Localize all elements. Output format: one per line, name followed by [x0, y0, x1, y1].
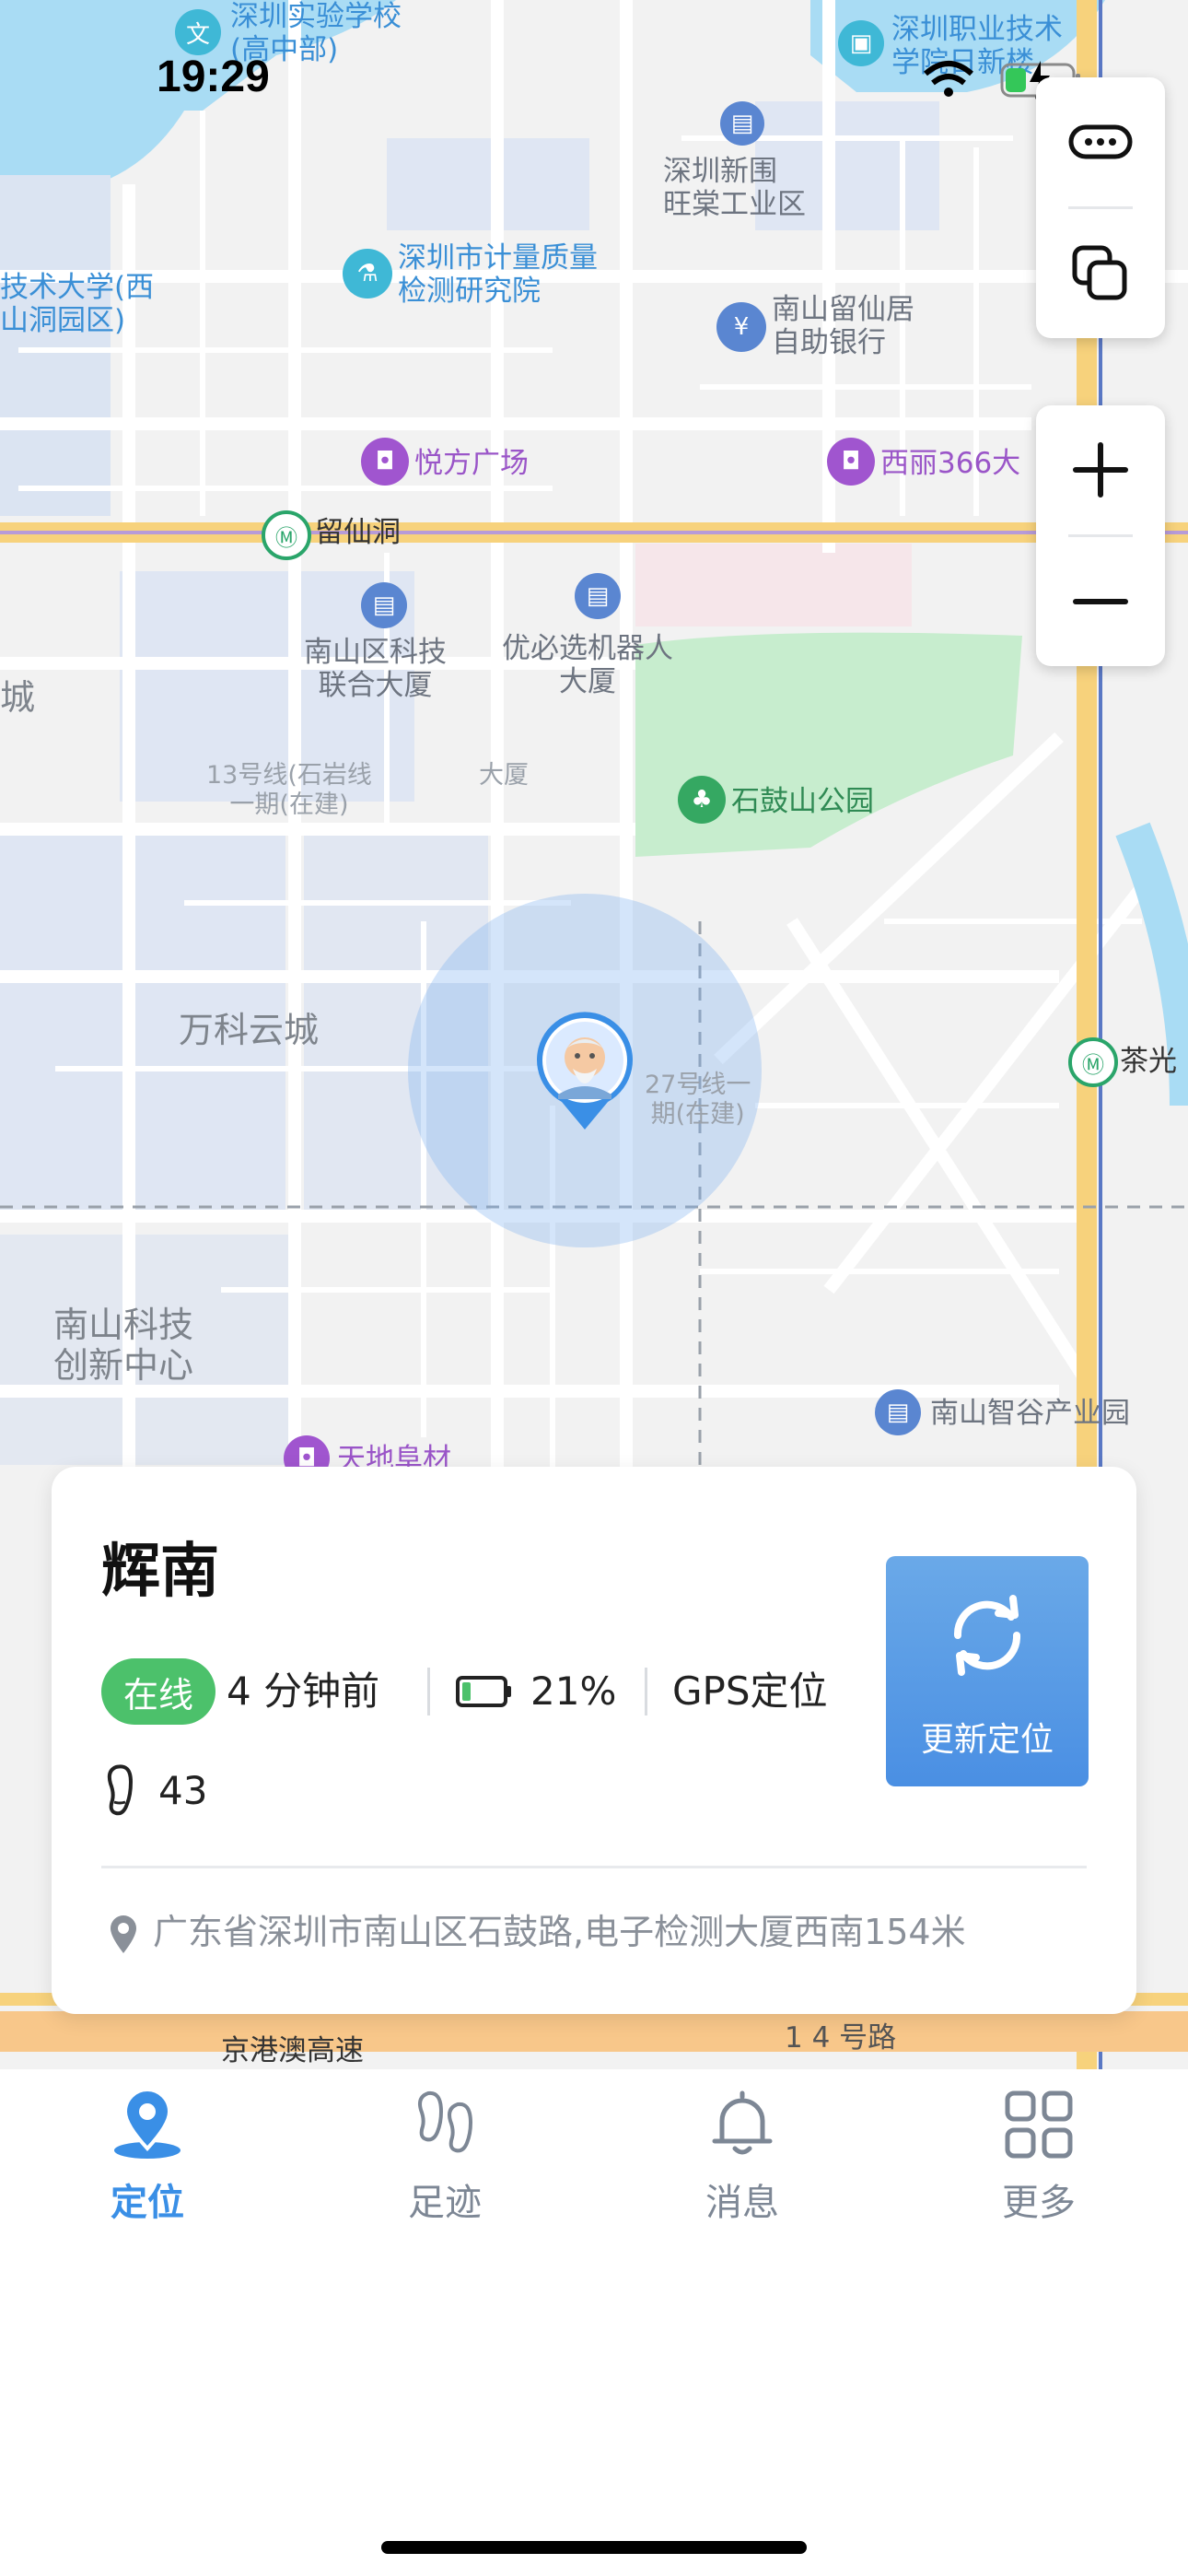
tab-label: 更多 [1002, 2182, 1076, 2224]
metro-icon: Ⓜ [1068, 1037, 1118, 1087]
tab-location[interactable]: 定位 [55, 2088, 239, 2263]
refresh-icon [953, 1595, 1021, 1676]
tab-more[interactable]: 更多 [947, 2088, 1131, 2263]
shopping-icon: ◘ [361, 438, 409, 486]
map-label-line27: 27号线一 期(在建) [645, 1071, 751, 1129]
map-label-highway: 京港澳高速 [221, 2034, 364, 2067]
zoom-out-button[interactable] [1036, 537, 1165, 666]
bell-icon [712, 2090, 773, 2155]
footprints-icon [418, 2090, 473, 2153]
layers-button[interactable] [1036, 209, 1165, 338]
map-label-wanke: 万科云城 [179, 1010, 320, 1050]
map-label-industrial: 深圳新围 旺棠工业区 [663, 155, 806, 221]
bottom-tab-bar: 定位 足迹 消息 更多 [0, 2069, 1188, 2272]
info-divider [645, 1668, 647, 1715]
card-divider [101, 1866, 1087, 1868]
location-pin-icon [111, 1915, 136, 1953]
map-label-road14: 1 4 号路 [785, 2021, 897, 2055]
map-label-dasha: 大厦 [479, 761, 529, 790]
zoom-in-icon [1073, 442, 1128, 498]
map-label-line13: 13号线(石岩线 一期(在建) [206, 761, 372, 819]
refresh-location-button[interactable]: 更新定位 [886, 1556, 1089, 1786]
more-icon [1068, 124, 1133, 159]
footprint-icon [107, 1764, 134, 1816]
device-name: 辉南 [101, 1538, 219, 1606]
map-label-liuxiandong: 留仙洞 [315, 516, 401, 549]
map-label-nanshan-tech-bldg: 南山区科技 联合大厦 [304, 636, 447, 702]
map-tools-panel [1036, 77, 1165, 338]
online-status-badge: 在线 [101, 1658, 215, 1725]
tab-label: 定位 [111, 2182, 184, 2224]
school-icon: 文 [175, 9, 221, 55]
tab-footprints[interactable]: 足迹 [353, 2088, 537, 2263]
status-time: 19:29 [157, 53, 270, 101]
zoom-in-button[interactable] [1036, 405, 1165, 534]
map-label-yuefang: 悦方广场 [414, 447, 529, 480]
map-label-nanshan-innov: 南山科技 创新中心 [53, 1305, 194, 1386]
location-type-text: GPS定位 [672, 1669, 828, 1714]
map-label-shigushan: 石鼓山公园 [731, 785, 874, 818]
map-label-zhigu: 南山智谷产业园 [930, 1397, 1130, 1430]
info-divider [427, 1668, 430, 1715]
device-info-card: 辉南 在线 4 分钟前 21% GPS定位 43 更新定位 广东省深圳市南山区石… [52, 1467, 1136, 2014]
metro-icon: Ⓜ [262, 510, 311, 560]
tab-label: 足迹 [408, 2182, 482, 2224]
school-icon: ▣ [838, 20, 884, 66]
map-label-tech-univ: 技术大学(西 山洞园区) [0, 271, 155, 337]
steps-count: 43 [158, 1768, 208, 1813]
home-indicator[interactable] [381, 2541, 807, 2554]
refresh-label: 更新定位 [920, 1721, 1054, 1759]
building-icon: ▤ [875, 1389, 921, 1435]
shopping-icon: ◘ [827, 438, 875, 486]
battery-icon [456, 1676, 511, 1707]
lab-icon: ⚗ [343, 249, 392, 299]
zoom-out-icon [1073, 599, 1128, 604]
map-label-self-bank: 南山留仙居 自助银行 [772, 293, 914, 359]
user-location-marker[interactable] [534, 1010, 635, 1133]
map-label-xili366: 西丽366大 [880, 447, 1021, 480]
building-icon: ▤ [361, 582, 407, 628]
more-button[interactable] [1036, 77, 1165, 206]
last-seen-text: 4 分钟前 [227, 1669, 380, 1714]
address-text: 广东省深圳市南山区石鼓路,电子检测大厦西南154米 [153, 1912, 966, 1952]
map-label-chaguang: 茶光 [1120, 1045, 1177, 1078]
location-pin-icon [114, 2088, 181, 2159]
bank-icon: ¥ [716, 302, 766, 352]
grid-icon [1005, 2090, 1073, 2159]
map-label-ubtech: 优必选机器人 大厦 [502, 632, 673, 698]
park-icon: ♣ [678, 776, 726, 824]
map-label-metrology: 深圳市计量质量 检测研究院 [398, 241, 598, 308]
tab-messages[interactable]: 消息 [650, 2088, 834, 2263]
zoom-panel [1036, 405, 1165, 666]
battery-text: 21% [530, 1669, 617, 1714]
building-icon: ▤ [575, 573, 621, 619]
tab-label: 消息 [705, 2182, 779, 2224]
building-icon: ▤ [720, 101, 764, 146]
layers-icon [1072, 245, 1127, 300]
wifi-icon [924, 61, 973, 97]
map-label-city-left: 城 [0, 677, 36, 718]
